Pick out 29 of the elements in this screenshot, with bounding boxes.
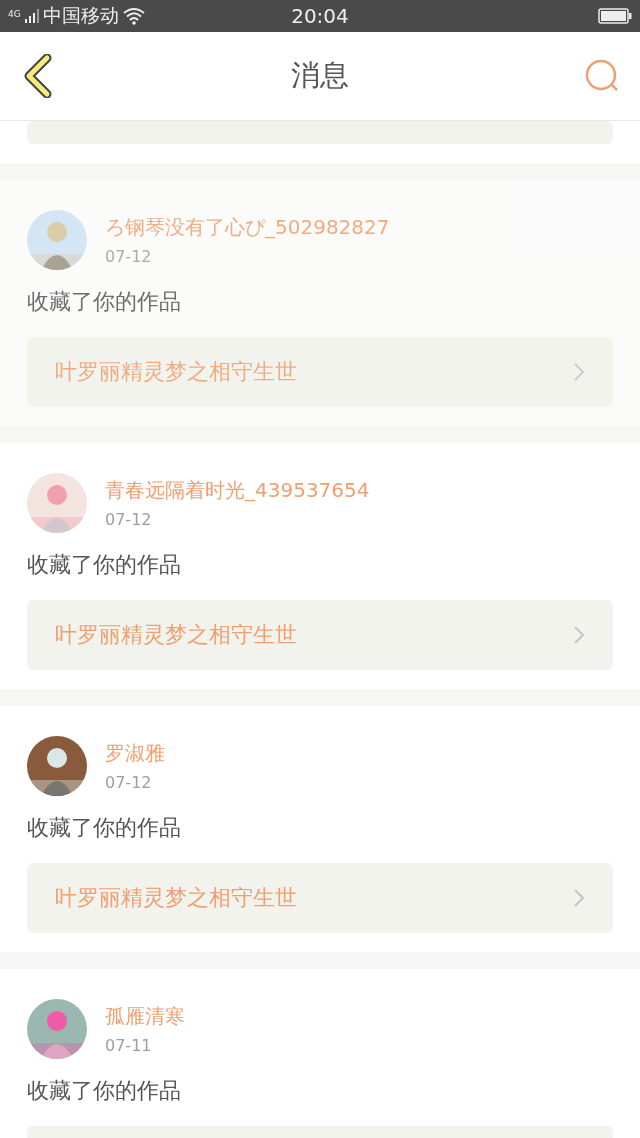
message-card[interactable]: 孤雁清寒 07-11 收藏了你的作品 [0, 969, 640, 1138]
work-link[interactable]: 叶罗丽精灵梦之相守生世 [27, 863, 613, 933]
network-label: 4G [8, 9, 21, 19]
message-date: 07-12 [105, 510, 153, 529]
user-name[interactable]: 罗淑雅 [105, 740, 165, 767]
chevron-right-icon [573, 625, 585, 645]
message-date: 07-12 [105, 773, 153, 792]
message-card[interactable]: ろ钢琴没有了心ぴ_502982827 07-12 收藏了你的作品 叶罗丽精灵梦之相守生世 [0, 180, 640, 426]
message-text: 收藏了你的作品 [27, 814, 182, 842]
message-card[interactable]: 罗淑雅 07-12 收藏了你的作品 叶罗丽精灵梦之相守生世 [0, 706, 640, 952]
chevron-right-icon [573, 888, 585, 908]
user-name[interactable]: 青春远隔着时光_439537654 [105, 477, 370, 504]
message-card[interactable]: 青春远隔着时光_439537654 07-12 收藏了你的作品 叶罗丽精灵梦之相守生世 [0, 443, 640, 689]
carrier-name: 中国移动 [42, 3, 119, 28]
message-text: 收藏了你的作品 [27, 551, 182, 579]
user-name[interactable]: 孤雁清寒 [105, 1003, 185, 1030]
work-link[interactable]: 叶罗丽精灵梦之相守生世 [27, 337, 613, 407]
message-date: 07-12 [105, 247, 153, 266]
battery-icon [598, 8, 632, 24]
chevron-right-icon [573, 362, 585, 382]
work-link[interactable]: 叶罗丽精灵梦之相守生世 [27, 600, 613, 670]
message-text: 收藏了你的作品 [27, 288, 182, 316]
signal-icon [24, 9, 39, 23]
user-name[interactable]: ろ钢琴没有了心ぴ_502982827 [105, 214, 390, 241]
page-title: 消息 [291, 57, 349, 94]
message-date: 07-11 [105, 1036, 153, 1055]
clock-time: 20:04 [290, 4, 350, 28]
wifi-icon [122, 7, 145, 25]
message-text: 收藏了你的作品 [27, 1077, 182, 1105]
